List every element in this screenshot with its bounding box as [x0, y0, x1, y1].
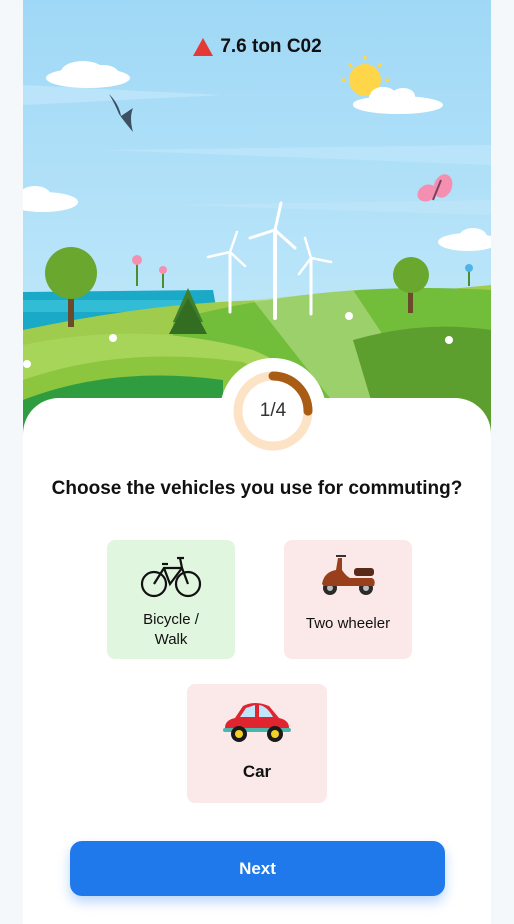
option-label: Bicycle / Walk: [143, 610, 199, 650]
question-text: Choose the vehicles you use for commutin…: [51, 478, 463, 499]
scooter-icon: [322, 555, 375, 595]
warning-triangle-icon: [193, 38, 214, 56]
app-screen: 7.6 ton C02 1/4 Choose the vehicles you …: [23, 0, 491, 924]
car-icon: [223, 703, 291, 742]
option-label-line1: Bicycle /: [143, 611, 199, 628]
progress-label: 1/4: [259, 400, 287, 421]
co2-value: 7.6 ton C02: [220, 36, 322, 57]
option-label: Two wheeler: [305, 615, 391, 632]
next-button[interactable]: Next: [70, 841, 445, 896]
option-label-line2: Walk: [154, 631, 188, 648]
option-two-wheeler[interactable]: Two wheeler: [284, 540, 412, 659]
option-label: Car: [242, 762, 272, 781]
progress-ring: 1/4: [220, 358, 326, 464]
bicycle-icon: [140, 556, 202, 598]
option-bicycle-walk[interactable]: Bicycle / Walk: [107, 540, 235, 659]
option-car[interactable]: Car: [187, 684, 327, 803]
co2-indicator: 7.6 ton C02: [23, 36, 491, 58]
